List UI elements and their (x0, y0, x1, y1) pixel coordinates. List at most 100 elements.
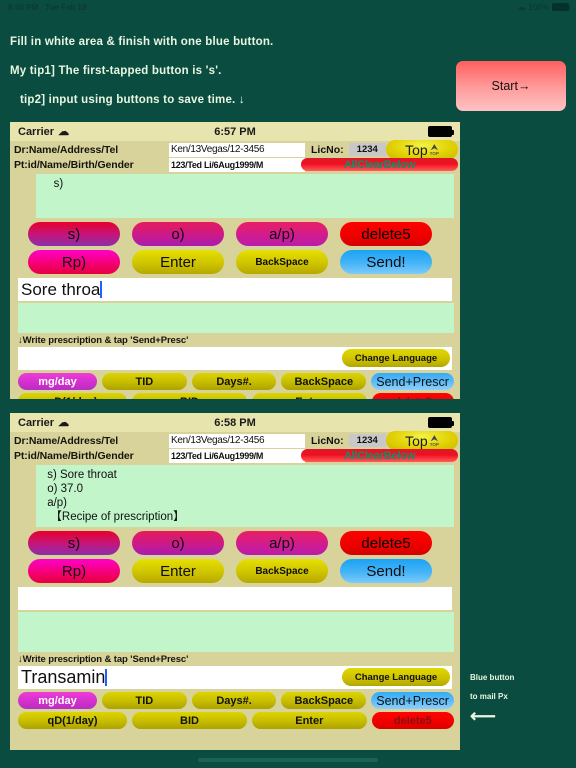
instruction-line-2: My tip1] The first-tapped button is 's'. (10, 65, 222, 77)
presc-key-qd[interactable]: qD(1/day) (18, 393, 128, 399)
presc-key-mgday[interactable]: mg/day (18, 373, 97, 390)
presc-key-enter[interactable]: Enter (251, 712, 367, 729)
presc-key-days[interactable]: Days#. (191, 692, 277, 709)
text-caret (105, 669, 107, 686)
patient-header: Dr:Name/Address/Tel Ken/13Vegas/12-3456 … (10, 431, 460, 464)
prescription-hint: ↓Write prescription & tap 'Send+Presc' (18, 335, 189, 346)
instruction-line-1: Fill in white area & finish with one blu… (10, 36, 274, 48)
main-keypad: s) o) a/p) delete5 Rp) Enter BackSpace S… (10, 527, 460, 583)
top-icon-caption: TOP (429, 150, 439, 156)
side-annotation: Blue button to mail Px ⟵ (470, 668, 570, 726)
left-arrow-icon: ⟵ (470, 706, 496, 726)
patient-header: Dr:Name/Address/Tel Ken/13Vegas/12-3456 … (10, 140, 460, 173)
presc-key-send[interactable]: Send+Prescr (371, 692, 454, 709)
app-clock: 6:58 PM (214, 416, 256, 429)
doctor-label: Dr:Name/Address/Tel (14, 434, 119, 447)
top-button[interactable]: Top ⮝ TOP (386, 140, 458, 159)
key-delete5[interactable]: delete5 (340, 531, 432, 555)
top-button-label: Top (405, 141, 428, 158)
keypad-row-2: Rp) Enter BackSpace Send! (28, 250, 454, 274)
battery-percent-label: 100% (528, 2, 549, 12)
app-panel-second: Carrier ☁ 6:58 PM Dr:Name/Address/Tel Ke… (8, 411, 462, 752)
top-icon-caption: TOP (429, 441, 439, 447)
presc-key-tid[interactable]: TID (101, 373, 187, 390)
instructions-block: Fill in white area & finish with one blu… (10, 36, 450, 123)
key-a-p[interactable]: a/p) (236, 531, 328, 555)
screen-root: 8:40 PM Tue Feb 18 .... ☁ 100% Fill in w… (0, 0, 576, 768)
presc-key-bid[interactable]: BID (132, 393, 247, 399)
top-button-label: Top (405, 432, 428, 449)
presc-key-days[interactable]: Days#. (191, 373, 277, 390)
change-language-button[interactable]: Change Language (342, 349, 450, 367)
doctor-field[interactable]: Ken/13Vegas/12-3456 (169, 142, 305, 157)
lower-green-area[interactable] (18, 612, 454, 652)
battery-icon (552, 3, 571, 11)
change-language-button[interactable]: Change Language (342, 668, 450, 686)
soap-note-area[interactable]: s) Sore throat o) 37.0 a/p) 【Recipe of p… (36, 465, 454, 527)
doctor-field[interactable]: Ken/13Vegas/12-3456 (169, 433, 305, 448)
prescription-keypad: mg/day TID Days#. BackSpace Send+Prescr … (10, 370, 460, 399)
presc-key-send[interactable]: Send+Prescr (371, 373, 454, 390)
patient-field[interactable]: 123/Ted Li/6Aug1999/M (169, 157, 305, 172)
key-rp[interactable]: Rp) (28, 559, 120, 583)
prescription-input-row: Transamin Change Language (18, 666, 452, 689)
annotation-line-2: to mail Px (470, 692, 508, 701)
key-rp[interactable]: Rp) (28, 250, 120, 274)
key-s[interactable]: s) (28, 531, 120, 555)
lower-green-area[interactable] (18, 303, 454, 333)
doctor-label: Dr:Name/Address/Tel (14, 143, 119, 156)
prescription-input-row: Change Language (18, 347, 452, 370)
key-s[interactable]: s) (28, 222, 120, 246)
key-o[interactable]: o) (132, 222, 224, 246)
text-caret (100, 281, 102, 298)
key-send[interactable]: Send! (340, 559, 432, 583)
all-clear-below-button[interactable]: AllClearBelow (301, 449, 458, 462)
app-status-bar: Carrier ☁ 6:58 PM (10, 413, 460, 432)
presc-key-qd[interactable]: qD(1/day) (18, 712, 128, 729)
app-status-bar: Carrier ☁ 6:57 PM (10, 122, 460, 141)
presc-key-enter[interactable]: Enter (251, 393, 367, 399)
presc-key-delete5[interactable]: delete5 (371, 393, 454, 399)
key-o[interactable]: o) (132, 531, 224, 555)
device-status-bar: 8:40 PM Tue Feb 18 .... ☁ 100% (0, 0, 576, 14)
wifi-icon: ☁ (517, 2, 526, 12)
presc-key-bid[interactable]: BID (132, 712, 247, 729)
top-button[interactable]: Top ⮝ TOP (386, 431, 458, 450)
key-backspace[interactable]: BackSpace (236, 559, 328, 583)
keypad-row-2: Rp) Enter BackSpace Send! (28, 559, 454, 583)
all-clear-below-button[interactable]: AllClearBelow (301, 158, 458, 171)
patient-field[interactable]: 123/Ted Li/6Aug1999/M (169, 448, 305, 463)
app-panel-first: Carrier ☁ 6:57 PM Dr:Name/Address/Tel Ke… (8, 120, 462, 401)
status-bar-left: 8:40 PM Tue Feb 18 (8, 3, 86, 12)
instruction-line-3: tip2] input using buttons to save time. … (20, 94, 245, 106)
patient-label: Pt:id/Name/Birth/Gender (14, 158, 134, 171)
key-a-p[interactable]: a/p) (236, 222, 328, 246)
key-enter[interactable]: Enter (132, 559, 224, 583)
presc-key-tid[interactable]: TID (101, 692, 187, 709)
key-backspace[interactable]: BackSpace (236, 250, 328, 274)
presc-key-backspace[interactable]: BackSpace (281, 373, 367, 390)
licno-field[interactable]: 1234 (348, 143, 386, 156)
presc-key-backspace[interactable]: BackSpace (281, 692, 367, 709)
presc-key-delete5[interactable]: delete5 (371, 712, 454, 729)
app-clock: 6:57 PM (214, 125, 256, 138)
presc-keypad-row-2: qD(1/day) BID Enter delete5 (18, 712, 454, 729)
key-delete5[interactable]: delete5 (340, 222, 432, 246)
device-clock: 8:40 PM (8, 2, 39, 12)
presc-key-mgday[interactable]: mg/day (18, 692, 97, 709)
up-arrow-icon: ⮝ TOP (429, 142, 439, 157)
licno-field[interactable]: 1234 (348, 434, 386, 447)
soap-note-area[interactable]: s) (36, 174, 454, 218)
patient-label: Pt:id/Name/Birth/Gender (14, 449, 134, 462)
main-text-input-value: Sore throa (21, 279, 101, 299)
key-send[interactable]: Send! (340, 250, 432, 274)
annotation-line-1: Blue button (470, 673, 515, 682)
start-button[interactable]: Start→ (456, 61, 566, 111)
prescription-keypad: mg/day TID Days#. BackSpace Send+Prescr … (10, 689, 460, 729)
main-text-input[interactable]: Sore throa (18, 278, 452, 301)
battery-icon (428, 417, 454, 428)
presc-keypad-row-1: mg/day TID Days#. BackSpace Send+Prescr (18, 692, 454, 709)
key-enter[interactable]: Enter (132, 250, 224, 274)
prescription-input-value: Transamin (21, 667, 106, 687)
main-text-input[interactable] (18, 587, 452, 610)
